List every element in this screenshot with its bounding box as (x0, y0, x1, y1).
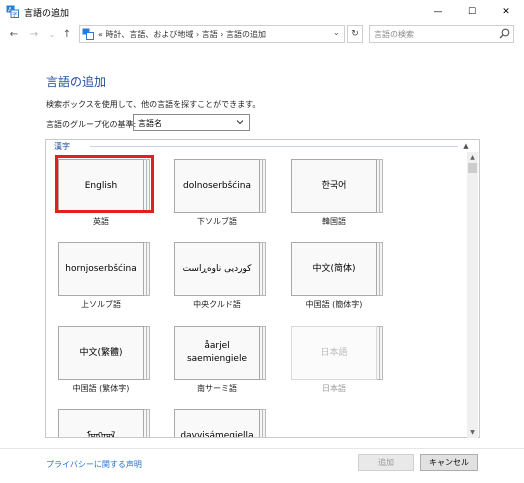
language-tile[interactable]: åarjel saemiengiele (174, 326, 266, 380)
language-tile[interactable]: ᠮᠣᠩᠭᠣᠯ (58, 409, 150, 437)
language-native-name: 한국어 (291, 159, 377, 213)
language-grid: English 英語 dolnoserbšćina 下ソルブ語 한국어 韓国語 hornjo… (0, 0, 466, 437)
close-button[interactable]: ✕ (489, 0, 523, 23)
add-button[interactable]: 追加 (358, 454, 414, 471)
language-caption: 日本語 (322, 384, 346, 393)
language-tile[interactable]: 中文(简体) (291, 242, 383, 296)
language-native-name: dolnoserbšćina (174, 159, 260, 213)
language-native-name: ᠮᠣᠩᠭᠣᠯ (58, 409, 144, 437)
privacy-statement-link[interactable]: プライバシーに関する声明 (46, 459, 142, 470)
language-tile[interactable]: dolnoserbšćina (174, 159, 266, 213)
language-native-name: davvisámegiella (174, 409, 260, 437)
language-native-name: hornjoserbšćina (58, 242, 144, 296)
close-icon: ✕ (502, 6, 510, 17)
scroll-up-button[interactable]: ▲ (467, 152, 478, 162)
language-caption: 韓国語 (322, 217, 346, 226)
language-caption: 中国語 (繁体字) (72, 384, 130, 393)
language-native-name: کوردیی ناوەڕاست (174, 242, 260, 296)
language-caption: 英語 (93, 217, 109, 226)
language-tile[interactable]: davvisámegiella (174, 409, 266, 437)
language-caption: 上ソルブ語 (81, 300, 121, 309)
language-caption: 下ソルブ語 (197, 217, 237, 226)
scroll-down-icon: ▼ (470, 428, 475, 436)
language-caption: 中国語 (簡体字) (305, 300, 363, 309)
language-caption: 南サーミ語 (197, 384, 237, 393)
cancel-button[interactable]: キャンセル (420, 454, 478, 471)
language-caption: 中央クルド語 (193, 300, 241, 309)
selection-highlight (55, 155, 154, 213)
scroll-down-button[interactable]: ▼ (467, 427, 478, 437)
language-tile[interactable]: 日本語 (291, 326, 383, 380)
language-tile[interactable]: 한국어 (291, 159, 383, 213)
language-tile[interactable]: 中文(繁體) (58, 326, 150, 380)
language-native-name: åarjel saemiengiele (174, 326, 260, 380)
scrollbar-thumb[interactable] (468, 163, 477, 173)
language-native-name: 日本語 (291, 326, 377, 380)
language-tile[interactable]: کوردیی ناوەڕاست (174, 242, 266, 296)
scroll-up-icon: ▲ (470, 153, 475, 161)
language-native-name: 中文(简体) (291, 242, 377, 296)
vertical-scrollbar[interactable] (467, 152, 478, 438)
footer-divider (0, 448, 524, 449)
language-native-name: 中文(繁體) (58, 326, 144, 380)
language-tile[interactable]: hornjoserbšćina (58, 242, 150, 296)
search-icon[interactable] (499, 28, 510, 39)
maximize-icon: ☐ (467, 6, 477, 17)
